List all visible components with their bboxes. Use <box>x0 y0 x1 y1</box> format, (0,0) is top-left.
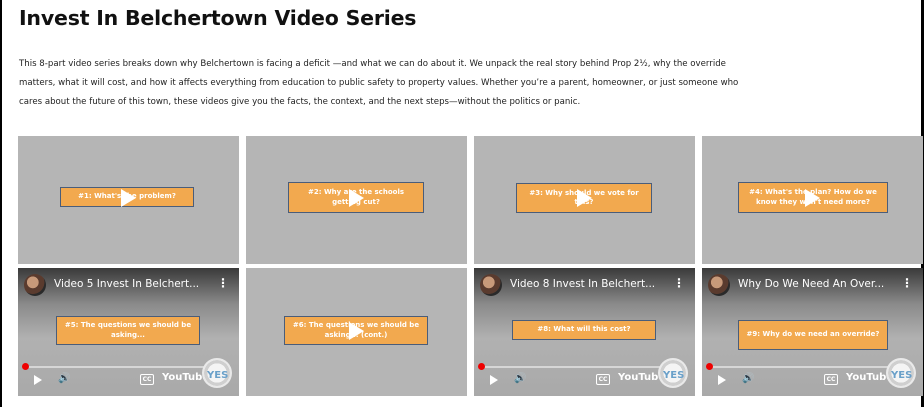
channel-avatar[interactable] <box>708 274 730 296</box>
video-tile-8[interactable]: Video 8 Invest In Belchert... ⋮ #8: What… <box>474 268 695 396</box>
intro-line-2: matters, what it will cost, and how it a… <box>19 78 739 88</box>
more-options-icon[interactable]: ⋮ <box>673 277 685 289</box>
captions-icon[interactable]: CC <box>596 374 610 385</box>
play-icon[interactable] <box>121 189 136 207</box>
progress-bar[interactable] <box>708 366 913 368</box>
progress-handle[interactable] <box>22 363 29 370</box>
more-options-icon[interactable]: ⋮ <box>217 277 229 289</box>
seal-text: YES <box>891 370 913 381</box>
video-tile-1[interactable]: #1: What's the problem? <box>18 136 239 264</box>
video-overlay-title: #8: What will this cost? <box>512 320 656 340</box>
play-icon[interactable] <box>34 375 42 385</box>
youtube-video-title[interactable]: Video 5 Invest In Belchert... <box>54 278 199 290</box>
captions-icon[interactable]: CC <box>140 374 154 385</box>
seal-text: YES <box>663 370 685 381</box>
progress-handle[interactable] <box>706 363 713 370</box>
progress-bar[interactable] <box>480 366 685 368</box>
channel-avatar[interactable] <box>480 274 502 296</box>
video-tile-6[interactable]: #6: The questions we should be asking...… <box>246 268 467 396</box>
intro-paragraph: This 8-part video series breaks down why… <box>19 55 909 112</box>
video-tile-9[interactable]: Why Do We Need An Over... ⋮ #9: Why do w… <box>702 268 923 396</box>
left-edge-bar <box>0 0 2 407</box>
progress-bar[interactable] <box>24 366 229 368</box>
play-icon[interactable] <box>577 189 592 207</box>
progress-handle[interactable] <box>478 363 485 370</box>
channel-avatar[interactable] <box>24 274 46 296</box>
volume-icon[interactable]: 🔊 <box>58 373 70 384</box>
youtube-video-title[interactable]: Why Do We Need An Over... <box>738 278 884 290</box>
seal-text: YES <box>207 370 229 381</box>
play-icon[interactable] <box>805 189 820 207</box>
video-tile-3[interactable]: #3: Why should we vote for this? <box>474 136 695 264</box>
play-icon[interactable] <box>490 375 498 385</box>
video-tile-2[interactable]: #2: Why are the schools getting cut? <box>246 136 467 264</box>
video-overlay-title: #9: Why do we need an override? <box>738 320 888 350</box>
volume-icon[interactable]: 🔊 <box>514 373 526 384</box>
page-title: Invest In Belchertown Video Series <box>19 6 417 30</box>
video-tile-4[interactable]: #4: What's the plan? How do we know they… <box>702 136 923 264</box>
video-tile-5[interactable]: Video 5 Invest In Belchert... ⋮ #5: The … <box>18 268 239 396</box>
more-options-icon[interactable]: ⋮ <box>901 277 913 289</box>
play-icon[interactable] <box>349 189 364 207</box>
play-icon[interactable] <box>718 375 726 385</box>
captions-icon[interactable]: CC <box>824 374 838 385</box>
video-grid: #1: What's the problem? #2: Why are the … <box>18 136 924 396</box>
play-icon[interactable] <box>349 322 364 340</box>
youtube-video-title[interactable]: Video 8 Invest In Belchert... <box>510 278 655 290</box>
video-overlay-title: #5: The questions we should be asking... <box>56 316 200 345</box>
intro-line-3: cares about the future of this town, the… <box>19 97 581 107</box>
intro-line-1: This 8-part video series breaks down why… <box>19 59 726 69</box>
volume-icon[interactable]: 🔊 <box>742 373 754 384</box>
